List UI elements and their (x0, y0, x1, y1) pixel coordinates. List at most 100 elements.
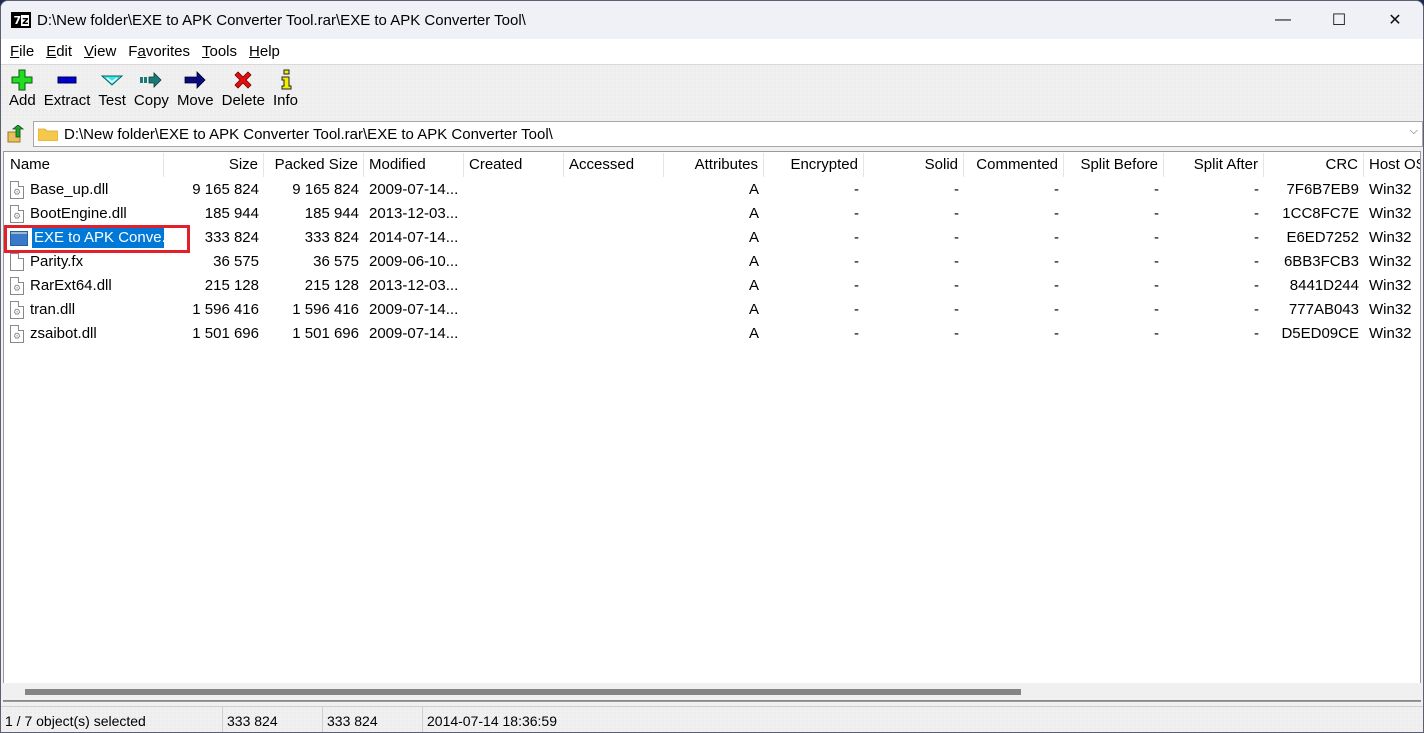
menu-tools[interactable]: Tools (196, 43, 243, 60)
info-icon (274, 69, 298, 91)
file-row[interactable]: EXE to APK Conve... 333 824 333 824 2014-07… (4, 226, 1420, 250)
file-name-cell[interactable]: ⚙ Base_up.dll (4, 178, 164, 202)
up-folder-button[interactable] (5, 123, 27, 145)
close-button[interactable]: ✕ (1367, 1, 1423, 39)
file-row[interactable]: ⚙ Base_up.dll 9 165 824 9 165 824 2009-07-14… (4, 178, 1420, 202)
file-packed-cell: 9 165 824 (292, 181, 359, 198)
extract-button[interactable]: Extract (40, 65, 95, 109)
test-button[interactable]: Test (94, 65, 130, 109)
check-chevron-icon (100, 69, 124, 91)
file-crc-cell: 7F6B7EB9 (1286, 181, 1359, 198)
file-split-before-cell: - (1154, 205, 1159, 222)
status-selection: 1 / 7 object(s) selected (1, 706, 223, 732)
file-encrypted-cell: - (854, 205, 859, 222)
file-host-os-cell: Win32 (1369, 277, 1412, 294)
add-button[interactable]: Add (5, 65, 40, 109)
menu-view[interactable]: View (78, 43, 122, 60)
column-header-name[interactable]: Name (4, 153, 164, 177)
file-row[interactable]: Parity.fx 36 575 36 575 2009-06-10... A - - - - -… (4, 250, 1420, 274)
file-list: Name Size Packed Size Modified Created A… (3, 151, 1421, 702)
delete-button[interactable]: Delete (218, 65, 269, 109)
column-header-modified[interactable]: Modified (364, 153, 464, 177)
file-size-cell: 1 501 696 (192, 325, 259, 342)
move-button[interactable]: Move (173, 65, 218, 109)
file-packed-cell: 185 944 (304, 205, 359, 222)
column-headers: Name Size Packed Size Modified Created A… (4, 152, 1420, 178)
menu-file[interactable]: File (4, 43, 40, 60)
file-name-cell[interactable]: ⚙ RarExt64.dll (4, 274, 164, 298)
file-name-cell[interactable]: EXE to APK Conve... (4, 226, 164, 250)
column-header-crc[interactable]: CRC (1264, 153, 1364, 177)
file-split-after-cell: - (1254, 181, 1259, 198)
file-row[interactable]: ⚙ tran.dll 1 596 416 1 596 416 2009-07-14...… (4, 298, 1420, 322)
gear-icon: ⚙ (13, 307, 22, 317)
file-accessed-cell (564, 202, 664, 226)
file-solid-cell: - (954, 229, 959, 246)
file-accessed-cell (564, 322, 664, 346)
column-header-split-after[interactable]: Split After (1164, 153, 1264, 177)
address-input[interactable]: D:\New folder\EXE to APK Converter Tool.… (33, 121, 1423, 147)
file-created-cell (464, 298, 564, 322)
chevron-down-icon[interactable]: ⌵ (1410, 125, 1418, 138)
menu-favorites[interactable]: Favorites (122, 43, 196, 60)
horizontal-scrollbar[interactable] (3, 683, 1421, 701)
7z-logo-icon: 7z (11, 12, 31, 28)
file-commented-cell: - (1054, 325, 1059, 342)
column-header-size[interactable]: Size (164, 153, 264, 177)
file-packed-cell: 215 128 (304, 277, 359, 294)
file-name-cell[interactable]: ⚙ tran.dll (4, 298, 164, 322)
file-crc-cell: 6BB3FCB3 (1283, 253, 1359, 270)
menu-help[interactable]: Help (243, 43, 286, 60)
maximize-button[interactable]: ☐ (1311, 1, 1367, 39)
file-host-os-cell: Win32 (1369, 253, 1412, 270)
file-row[interactable]: ⚙ RarExt64.dll 215 128 215 128 2013-12-03...… (4, 274, 1420, 298)
file-attributes-cell: A (748, 229, 759, 246)
file-name-cell[interactable]: ⚙ zsaibot.dll (4, 322, 164, 346)
close-icon: ✕ (1388, 12, 1402, 29)
file-row[interactable]: ⚙ BootEngine.dll 185 944 185 944 2013-12-03.… (4, 202, 1420, 226)
file-attributes-cell: A (748, 205, 759, 222)
file-size-cell: 9 165 824 (192, 181, 259, 198)
dll-file-icon: ⚙ (10, 181, 24, 199)
file-size-cell: 1 596 416 (192, 301, 259, 318)
file-solid-cell: - (954, 277, 959, 294)
column-header-split-before[interactable]: Split Before (1064, 153, 1164, 177)
column-header-commented[interactable]: Commented (964, 153, 1064, 177)
minimize-button[interactable]: — (1255, 1, 1311, 39)
file-encrypted-cell: - (854, 325, 859, 342)
title-bar[interactable]: 7z D:\New folder\EXE to APK Converter To… (1, 1, 1423, 39)
file-commented-cell: - (1054, 181, 1059, 198)
file-split-before-cell: - (1154, 181, 1159, 198)
gear-icon: ⚙ (13, 187, 22, 197)
info-button[interactable]: Info (269, 65, 302, 109)
scrollbar-thumb[interactable] (25, 689, 1021, 695)
status-modified: 2014-07-14 18:36:59 (427, 712, 557, 729)
column-header-solid[interactable]: Solid (864, 153, 964, 177)
file-encrypted-cell: - (854, 277, 859, 294)
file-commented-cell: - (1054, 205, 1059, 222)
menu-edit[interactable]: Edit (40, 43, 78, 60)
file-name-cell[interactable]: Parity.fx (4, 250, 164, 274)
file-accessed-cell (564, 178, 664, 202)
column-header-created[interactable]: Created (464, 153, 564, 177)
status-bar: 1 / 7 object(s) selected 333 824 333 824… (1, 706, 1423, 732)
file-split-after-cell: - (1254, 205, 1259, 222)
file-name-cell[interactable]: ⚙ BootEngine.dll (4, 202, 164, 226)
file-row[interactable]: ⚙ zsaibot.dll 1 501 696 1 501 696 2009-07-14… (4, 322, 1420, 346)
copy-button[interactable]: Copy (130, 65, 173, 109)
column-header-accessed[interactable]: Accessed (564, 153, 664, 177)
copy-arrow-icon (139, 69, 163, 91)
file-name: EXE to APK Conve... (32, 228, 164, 248)
column-header-host-os[interactable]: Host OS (1364, 153, 1420, 177)
file-size-cell: 215 128 (204, 277, 259, 294)
file-created-cell (464, 250, 564, 274)
column-header-packed-size[interactable]: Packed Size (264, 153, 364, 177)
file-solid-cell: - (954, 301, 959, 318)
file-name: tran.dll (30, 301, 76, 318)
file-created-cell (464, 226, 564, 250)
folder-icon (37, 127, 59, 142)
file-solid-cell: - (954, 181, 959, 198)
column-header-attributes[interactable]: Attributes (664, 153, 764, 177)
minimize-icon: — (1275, 11, 1291, 28)
column-header-encrypted[interactable]: Encrypted (764, 153, 864, 177)
